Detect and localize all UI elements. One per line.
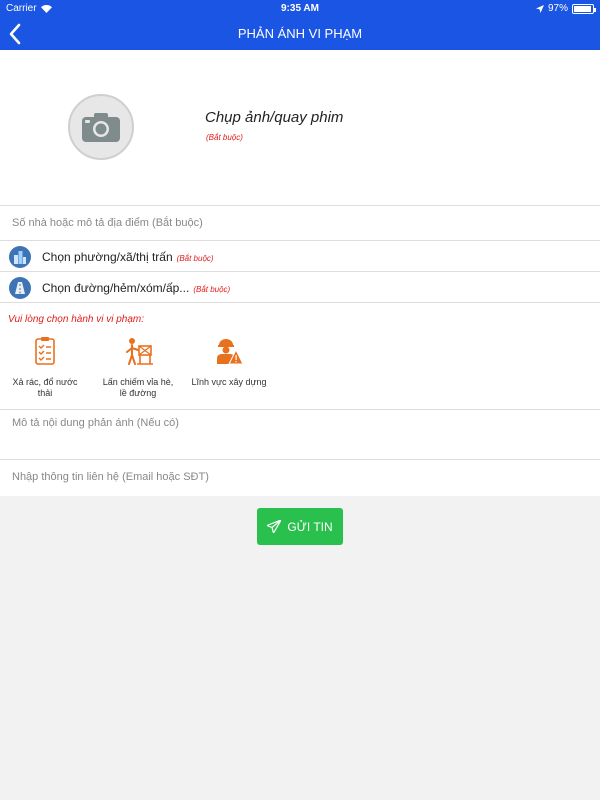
camera-icon bbox=[82, 113, 120, 142]
construction-worker-icon bbox=[217, 339, 244, 365]
submit-label: GỬI TIN bbox=[287, 519, 333, 534]
violation-option-label: Xả rác, đổ nước thải bbox=[12, 377, 78, 398]
violation-option-label: Lĩnh vực xây dựng bbox=[191, 377, 267, 387]
road-icon bbox=[9, 277, 31, 299]
violation-option-sidewalk[interactable]: Lấn chiếm vỉa hè, lề đường bbox=[93, 336, 183, 399]
report-form: Chụp ảnh/quay phim (Bắt buộc) Số nhà hoặ… bbox=[0, 50, 600, 496]
ward-select[interactable]: Chọn phường/xã/thị trấn (Bắt buộc) bbox=[0, 242, 600, 272]
paper-plane-icon bbox=[267, 520, 282, 533]
required-note: (Bắt buộc) bbox=[206, 133, 243, 142]
capture-media-button[interactable] bbox=[68, 94, 134, 160]
contact-input[interactable]: Nhập thông tin liên hệ (Email hoặc SĐT) bbox=[0, 461, 600, 496]
submit-button[interactable]: GỬI TIN bbox=[257, 508, 343, 545]
sidewalk-encroachment-icon bbox=[126, 338, 153, 365]
address-input[interactable]: Số nhà hoặc mô tả địa điểm (Bắt buộc) bbox=[0, 207, 600, 241]
required-note: (Bắt buộc) bbox=[193, 285, 231, 294]
capture-media-label[interactable]: Chụp ảnh/quay phim bbox=[205, 109, 343, 126]
buildings-icon bbox=[9, 246, 31, 268]
violation-option-construction[interactable]: Lĩnh vực xây dựng bbox=[184, 336, 274, 388]
location-arrow-icon bbox=[535, 4, 544, 13]
violation-prompt: Vui lòng chọn hành vi vi phạm: bbox=[8, 314, 145, 325]
status-time: 9:35 AM bbox=[281, 3, 319, 14]
address-placeholder: Số nhà hoặc mô tả địa điểm (Bắt buộc) bbox=[12, 217, 203, 229]
description-placeholder: Mô tả nội dung phản ánh (Nếu có) bbox=[12, 417, 179, 429]
battery-icon bbox=[572, 3, 596, 14]
contact-placeholder: Nhập thông tin liên hệ (Email hoặc SĐT) bbox=[12, 471, 209, 483]
status-bar: Carrier 9:35 AM 97% bbox=[0, 0, 600, 18]
description-input[interactable]: Mô tả nội dung phản ánh (Nếu có) bbox=[0, 411, 600, 460]
nav-bar: PHẢN ÁNH VI PHẠM bbox=[0, 18, 600, 50]
checklist-icon bbox=[35, 337, 55, 365]
street-select[interactable]: Chọn đường/hẻm/xóm/ấp... (Bắt buộc) bbox=[0, 273, 600, 303]
street-select-label: Chọn đường/hẻm/xóm/ấp... bbox=[42, 281, 190, 295]
required-note: (Bắt buộc) bbox=[176, 254, 214, 263]
page-title: PHẢN ÁNH VI PHẠM bbox=[237, 26, 363, 41]
battery-percent: 97% bbox=[547, 3, 568, 14]
ward-select-label: Chọn phường/xã/thị trấn bbox=[42, 250, 173, 264]
violation-option-littering[interactable]: Xả rác, đổ nước thải bbox=[0, 336, 90, 399]
violation-section: Vui lòng chọn hành vi vi phạm: Xả rác, đ… bbox=[0, 304, 600, 410]
violation-option-label: Lấn chiếm vỉa hè, lề đường bbox=[102, 377, 174, 398]
photo-section: Chụp ảnh/quay phim (Bắt buộc) bbox=[0, 50, 600, 206]
